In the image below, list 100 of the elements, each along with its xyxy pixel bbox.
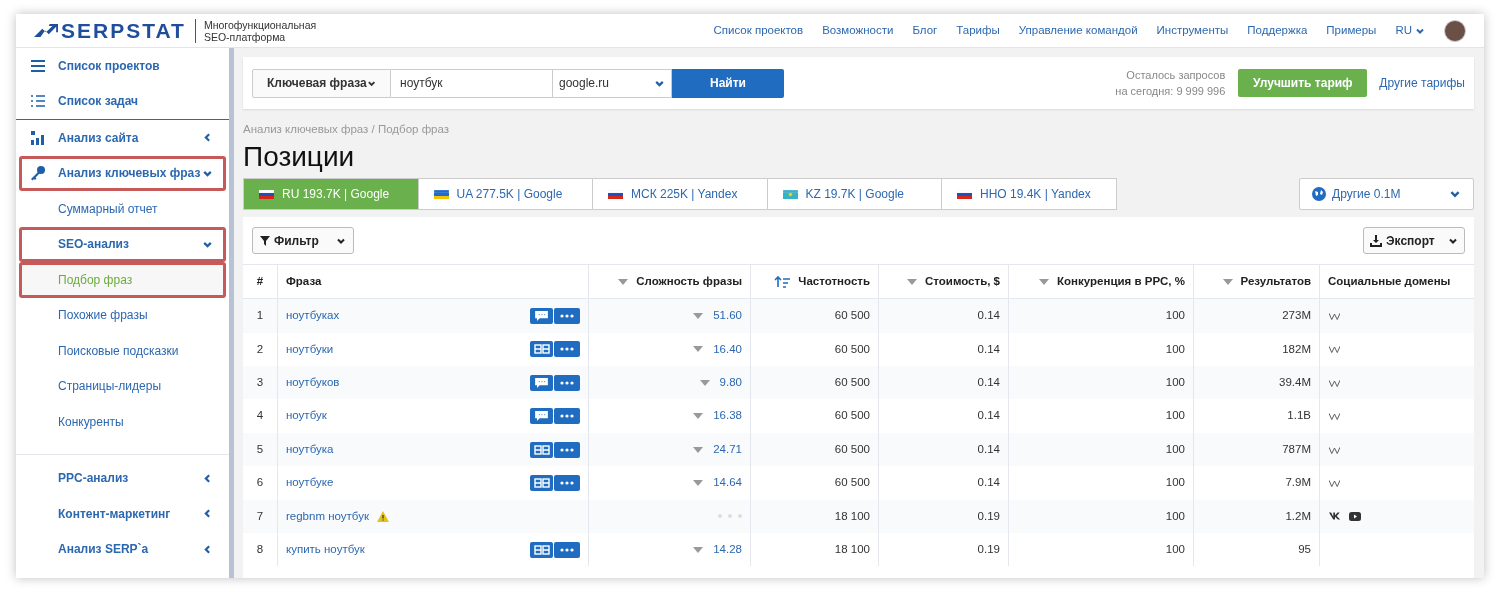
more-button[interactable] bbox=[554, 307, 580, 324]
sidebar-item[interactable]: Анализ сайта bbox=[19, 120, 226, 156]
table-cell: 7.9M bbox=[1193, 466, 1319, 500]
other-databases-dropdown[interactable]: Другие 0.1M bbox=[1299, 178, 1474, 211]
sort-icon bbox=[693, 546, 704, 553]
two-boxes-icon bbox=[533, 544, 550, 555]
menu-icon bbox=[30, 57, 46, 74]
compare-button[interactable] bbox=[530, 474, 553, 491]
filter-dropdown[interactable]: Фильтр bbox=[252, 227, 354, 255]
database-tab[interactable]: МСК 225K | Yandex bbox=[592, 178, 768, 211]
keyword-field[interactable]: ноутбук bbox=[391, 68, 552, 98]
sort-icon bbox=[693, 446, 704, 453]
wikipedia-icon bbox=[1329, 445, 1340, 454]
comment-button[interactable] bbox=[530, 408, 553, 425]
more-button[interactable] bbox=[554, 441, 580, 458]
find-button[interactable]: Найти bbox=[672, 68, 784, 98]
sidebar-item[interactable]: Анализ ключевых фраз bbox=[19, 155, 226, 191]
column-header[interactable]: Результатов bbox=[1193, 265, 1319, 299]
table-cell-text: 2 bbox=[255, 341, 265, 357]
phrase-link[interactable]: ноутбуке bbox=[286, 474, 334, 492]
more-button[interactable] bbox=[554, 541, 580, 558]
logo-text: SERPSTAT bbox=[61, 17, 186, 44]
flag-icon bbox=[957, 189, 972, 199]
phrase-link[interactable]: ноутбуков bbox=[286, 374, 340, 392]
sidebar-item[interactable]: Анализ SERP`a bbox=[19, 531, 226, 567]
difficulty-link[interactable]: 9.80 bbox=[719, 374, 742, 392]
table-cell: 100 bbox=[1008, 399, 1193, 433]
difficulty-link[interactable]: 24.71 bbox=[713, 440, 742, 459]
column-header: # bbox=[255, 274, 265, 290]
compare-button[interactable] bbox=[530, 441, 553, 458]
nav-link[interactable]: Тарифы bbox=[956, 21, 1000, 40]
search-engine-dropdown[interactable]: google.ru bbox=[552, 68, 672, 98]
language-dropdown[interactable]: RU bbox=[1395, 21, 1425, 40]
phrase-link[interactable]: regbnm ноутбук bbox=[286, 507, 369, 525]
difficulty-link[interactable]: 14.64 bbox=[713, 474, 742, 492]
nav-link[interactable]: Список проектов bbox=[713, 21, 804, 40]
phrase-link[interactable]: ноутбуках bbox=[286, 307, 340, 325]
difficulty-link[interactable]: 16.40 bbox=[713, 340, 742, 358]
sidebar-item[interactable]: Список задач bbox=[19, 83, 226, 119]
sort-icon bbox=[618, 278, 629, 285]
compare-button[interactable] bbox=[530, 541, 553, 558]
phrase-link[interactable]: купить ноутбук bbox=[286, 541, 365, 559]
column-header[interactable]: Частотность bbox=[750, 265, 878, 299]
table-cell-text: 5 bbox=[255, 441, 265, 457]
sidebar-item[interactable]: Страницы-лидеры bbox=[19, 368, 226, 404]
breadcrumb: Анализ ключевых фраз / Подбор фраз bbox=[243, 122, 451, 137]
phrase-link[interactable]: ноутбук bbox=[286, 407, 327, 425]
table-cell: 0.14 bbox=[878, 466, 1008, 500]
wikipedia-icon bbox=[1329, 345, 1340, 354]
table-cell-text: 1 bbox=[255, 308, 265, 324]
sidebar-item[interactable]: Список проектов bbox=[19, 48, 226, 84]
sidebar-item[interactable]: Суммарный отчет bbox=[19, 191, 226, 227]
nav-link[interactable]: Поддержка bbox=[1247, 21, 1308, 40]
column-header[interactable]: Сложность фразы bbox=[588, 265, 750, 299]
sidebar-item[interactable]: PPC-анализ bbox=[19, 460, 226, 496]
dots-icon bbox=[560, 347, 574, 352]
sidebar-item[interactable]: SEO-анализ bbox=[19, 226, 226, 262]
more-button[interactable] bbox=[554, 341, 580, 358]
export-dropdown[interactable]: Экспорт bbox=[1363, 227, 1465, 255]
comment-button[interactable] bbox=[530, 374, 553, 391]
speech-bubble-icon bbox=[535, 411, 548, 422]
table-cell: 100 bbox=[1008, 499, 1193, 533]
nav-link[interactable]: Инструменты bbox=[1156, 21, 1229, 40]
phrase-link[interactable]: ноутбуки bbox=[286, 340, 334, 358]
column-header[interactable]: Конкуренция в PPC, % bbox=[1008, 265, 1193, 299]
phrase-link[interactable]: ноутбука bbox=[286, 440, 334, 459]
speech-bubble-icon bbox=[535, 377, 548, 388]
more-button[interactable] bbox=[554, 408, 580, 425]
difficulty-link[interactable]: 16.38 bbox=[713, 407, 742, 425]
database-tab[interactable]: KZ 19.7K | Google bbox=[766, 178, 942, 211]
column-header[interactable]: Стоимость, $ bbox=[878, 265, 1008, 299]
globe-icon bbox=[1312, 187, 1326, 202]
search-type-dropdown[interactable]: Ключевая фраза bbox=[252, 68, 391, 98]
sidebar-item[interactable]: Поисковые подсказки bbox=[19, 333, 226, 369]
comment-button[interactable] bbox=[530, 307, 553, 324]
table-cell: 0.14 bbox=[878, 299, 1008, 333]
sidebar-item[interactable]: Похожие фразы bbox=[19, 297, 226, 333]
nav-link[interactable]: Блог bbox=[912, 21, 938, 40]
table-cell: 60 500 bbox=[750, 299, 878, 333]
nav-link[interactable]: Примеры bbox=[1326, 21, 1377, 40]
flag-icon bbox=[259, 189, 274, 199]
compare-button[interactable] bbox=[530, 341, 553, 358]
difficulty-link[interactable]: 51.60 bbox=[713, 307, 742, 325]
video-icon bbox=[1349, 511, 1361, 521]
more-button[interactable] bbox=[554, 474, 580, 491]
sidebar-item[interactable]: Контент-маркетинг bbox=[19, 496, 226, 532]
other-plans-link[interactable]: Другие тарифы bbox=[1379, 74, 1465, 92]
filter-icon bbox=[260, 235, 270, 246]
avatar[interactable] bbox=[1444, 19, 1466, 42]
database-tab[interactable]: UA 277.5K | Google bbox=[417, 178, 593, 211]
table-cell: 60 500 bbox=[750, 466, 878, 500]
sort-icon bbox=[693, 479, 704, 486]
wikipedia-icon bbox=[1329, 478, 1340, 487]
nav-link[interactable]: Возможности bbox=[822, 21, 894, 40]
nav-link[interactable]: Управление командой bbox=[1018, 21, 1138, 40]
difficulty-link[interactable]: 14.28 bbox=[713, 541, 742, 559]
database-tab[interactable]: ННО 19.4K | Yandex bbox=[941, 178, 1117, 211]
key-icon bbox=[30, 165, 46, 182]
sidebar-item[interactable]: Конкуренты bbox=[19, 404, 226, 440]
more-button[interactable] bbox=[554, 374, 580, 391]
